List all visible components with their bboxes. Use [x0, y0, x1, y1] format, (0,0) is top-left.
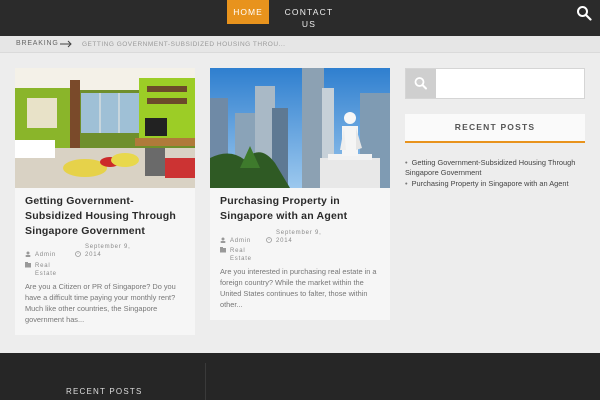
footer-divider: [205, 363, 206, 400]
nav-contact-link[interactable]: CONTACT US: [281, 6, 337, 30]
post-title-link[interactable]: Purchasing Property in Singapore with an…: [220, 194, 384, 224]
top-navigation-bar: HOME CONTACT US: [0, 0, 600, 36]
sidebar-search-button[interactable]: [406, 69, 436, 98]
list-item[interactable]: Getting Government-Subsidized Housing Th…: [405, 158, 587, 178]
post-title-link[interactable]: Getting Government-Subsidized Housing Th…: [25, 194, 189, 239]
post-author: Admin: [25, 251, 56, 259]
list-item[interactable]: Purchasing Property in Singapore with an…: [405, 179, 587, 189]
clock-icon: [75, 251, 81, 257]
post-author: Admin: [220, 237, 251, 245]
site-footer: RECENT POSTS: [0, 353, 600, 400]
recent-posts-list: Getting Government-Subsidized Housing Th…: [405, 158, 587, 190]
user-icon: [25, 251, 31, 257]
post-image-singapore-skyline[interactable]: [210, 68, 390, 188]
post-date: September 9, 2014: [75, 243, 145, 259]
folder-icon: [220, 247, 226, 253]
post-excerpt: Are you interested in purchasing real es…: [220, 267, 377, 309]
recent-posts-title: RECENT POSTS: [454, 122, 536, 132]
breaking-label: BREAKING: [16, 40, 59, 47]
breaking-news-bar: BREAKING GETTING GOVERNMENT-SUBSIDIZED H…: [0, 36, 600, 53]
footer-recent-posts-title: RECENT POSTS: [66, 387, 143, 396]
arrow-right-icon: [60, 40, 72, 48]
post-image-apartment-interior[interactable]: [15, 68, 195, 188]
clock-icon: [266, 237, 272, 243]
nav-home-link[interactable]: HOME: [227, 0, 269, 24]
recent-post-link[interactable]: Purchasing Property in Singapore with an…: [412, 179, 569, 188]
post-card: Purchasing Property in Singapore with an…: [210, 68, 390, 320]
folder-icon: [25, 262, 31, 268]
search-icon[interactable]: [576, 5, 592, 21]
recent-posts-widget-header: RECENT POSTS: [405, 114, 585, 143]
search-icon: [414, 77, 427, 90]
recent-post-link[interactable]: Getting Government-Subsidized Housing Th…: [405, 158, 575, 177]
sidebar-search-input[interactable]: [438, 71, 578, 96]
breaking-headline-link[interactable]: GETTING GOVERNMENT-SUBSIDIZED HOUSING TH…: [82, 41, 285, 48]
post-date: September 9, 2014: [266, 229, 336, 245]
post-category: Real Estate: [220, 247, 254, 263]
sidebar-search-widget: [405, 68, 585, 99]
post-category: Real Estate: [25, 262, 59, 278]
post-excerpt: Are you a Citizen or PR of Singapore? Do…: [25, 282, 176, 324]
user-icon: [220, 237, 226, 243]
post-card: Getting Government-Subsidized Housing Th…: [15, 68, 195, 335]
